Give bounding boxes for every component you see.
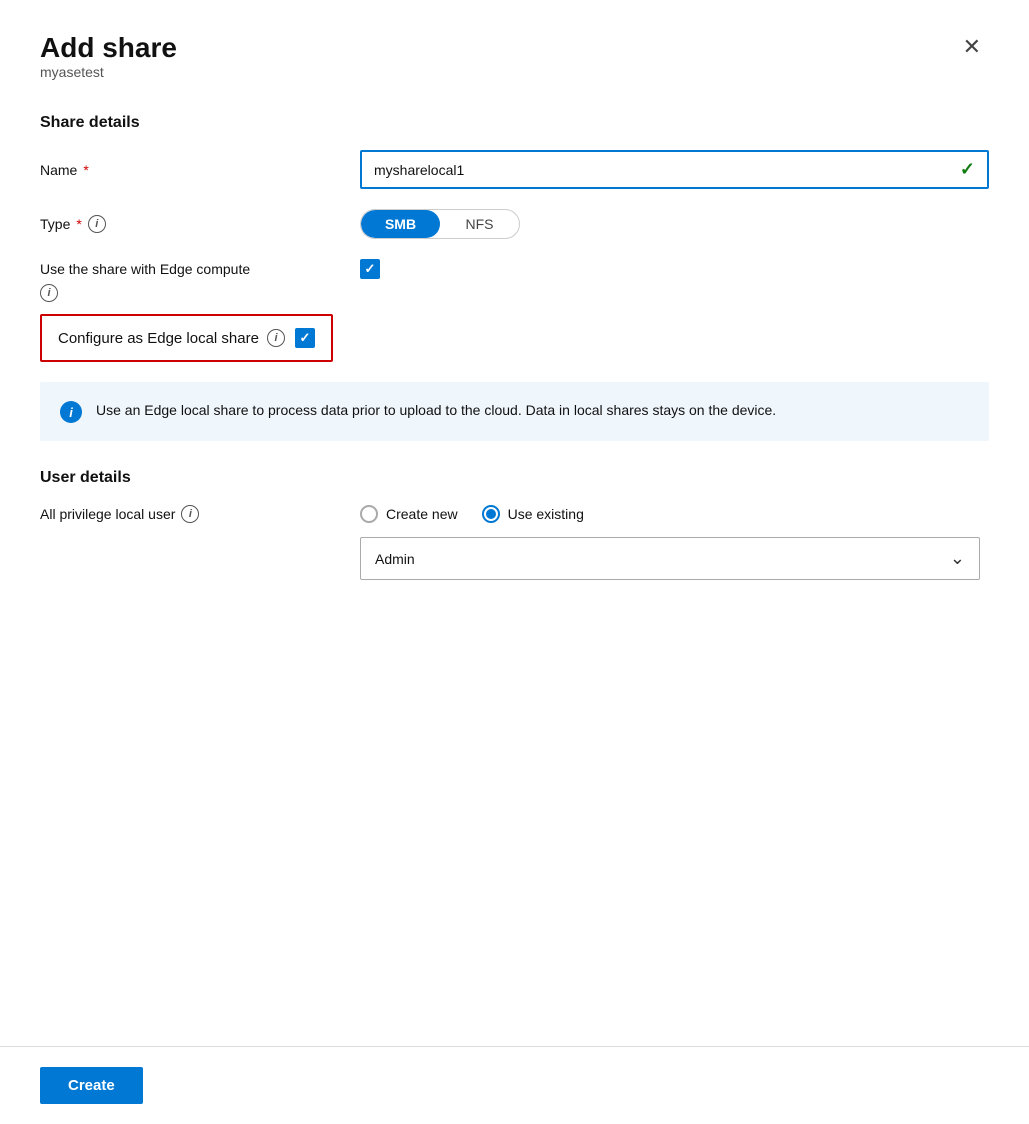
name-row: Name * ✓: [40, 150, 989, 189]
radio-group: Create new Use existing: [360, 505, 584, 523]
user-details-title: User details: [40, 469, 989, 487]
edge-local-checkbox[interactable]: ✓: [295, 328, 315, 348]
dropdown-value: Admin: [375, 551, 415, 567]
chevron-down-icon: ⌄: [950, 548, 965, 569]
edge-local-checkmark: ✓: [300, 330, 311, 346]
dialog-header: Add share myasetest ✕: [40, 32, 989, 108]
info-box-icon: i: [60, 401, 82, 423]
add-share-dialog: Add share myasetest ✕ Share details Name…: [0, 0, 1029, 1124]
create-button[interactable]: Create: [40, 1067, 143, 1104]
use-existing-option[interactable]: Use existing: [482, 505, 584, 523]
dialog-body: Add share myasetest ✕ Share details Name…: [0, 0, 1029, 1046]
type-info-icon: i: [88, 215, 106, 233]
user-details-section: User details All privilege local user i …: [40, 469, 989, 580]
use-existing-label: Use existing: [508, 506, 584, 522]
type-toggle-group[interactable]: SMB NFS: [360, 209, 520, 239]
title-text: Add share: [40, 32, 177, 64]
privilege-label: All privilege local user i: [40, 505, 360, 523]
info-box: i Use an Edge local share to process dat…: [40, 382, 989, 441]
create-new-option[interactable]: Create new: [360, 505, 458, 523]
create-new-label: Create new: [386, 506, 458, 522]
name-required-star: *: [83, 162, 88, 178]
valid-check-icon: ✓: [960, 159, 975, 180]
type-row: Type * i SMB NFS: [40, 209, 989, 239]
use-existing-radio[interactable]: [482, 505, 500, 523]
user-dropdown[interactable]: Admin ⌄: [360, 537, 980, 580]
info-box-text: Use an Edge local share to process data …: [96, 400, 776, 423]
edge-compute-row: Use the share with Edge compute ✓ i: [40, 259, 989, 302]
type-label-text: Type: [40, 216, 70, 232]
type-required-star: *: [76, 216, 81, 232]
dialog-footer: Create: [0, 1046, 1029, 1124]
close-button[interactable]: ✕: [955, 32, 989, 62]
name-label: Name *: [40, 162, 360, 178]
share-details-section: Share details Name * ✓ Type * i: [40, 114, 989, 441]
privilege-label-text: All privilege local user: [40, 506, 175, 522]
smb-option[interactable]: SMB: [361, 210, 440, 238]
edge-compute-label-text: Use the share with Edge compute: [40, 261, 360, 277]
nfs-option[interactable]: NFS: [440, 210, 519, 238]
privilege-info-icon: i: [181, 505, 199, 523]
share-details-title: Share details: [40, 114, 989, 132]
edge-compute-checkbox[interactable]: ✓: [360, 259, 380, 279]
edge-compute-top: Use the share with Edge compute ✓: [40, 259, 380, 279]
name-input[interactable]: [374, 162, 960, 178]
create-new-radio[interactable]: [360, 505, 378, 523]
edge-local-label-text: Configure as Edge local share: [58, 330, 259, 347]
dialog-title: Add share myasetest: [40, 32, 177, 108]
edge-compute-info-icon: i: [40, 284, 58, 302]
privilege-row: All privilege local user i Create new Us…: [40, 505, 989, 523]
name-input-wrapper: ✓: [360, 150, 989, 189]
edge-compute-checkmark: ✓: [365, 261, 376, 277]
edge-compute-info: i: [40, 283, 58, 302]
edge-local-row: Configure as Edge local share i ✓: [40, 314, 333, 362]
type-label: Type * i: [40, 215, 360, 233]
subtitle-text: myasetest: [40, 64, 177, 80]
name-label-text: Name: [40, 162, 77, 178]
edge-local-info-icon: i: [267, 329, 285, 347]
